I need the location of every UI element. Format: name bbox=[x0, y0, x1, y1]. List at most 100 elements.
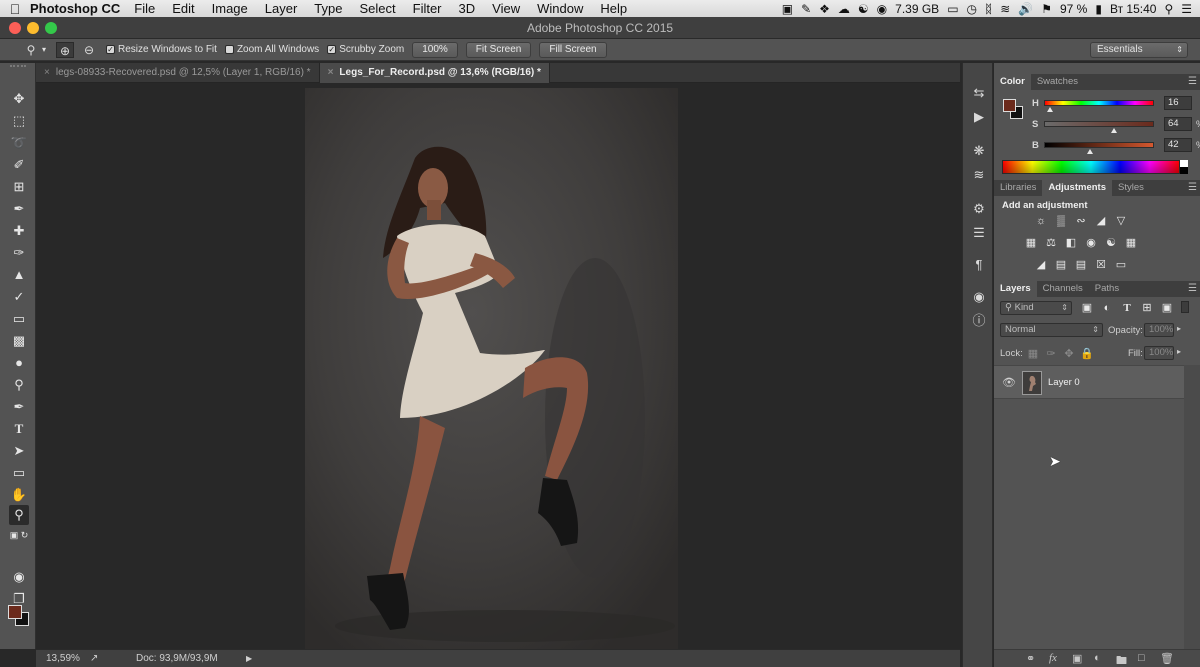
display-icon[interactable]: ▭ bbox=[947, 2, 958, 16]
saturation-slider-thumb[interactable] bbox=[1111, 128, 1117, 133]
menu-image[interactable]: Image bbox=[212, 1, 248, 16]
new-adjustment-layer-icon[interactable]: ◐ bbox=[1094, 652, 1101, 664]
brightness-slider[interactable] bbox=[1044, 142, 1154, 148]
lock-image-pixels-icon[interactable]: ✑ bbox=[1044, 348, 1058, 360]
filter-pixel-layers-icon[interactable]: ▣ bbox=[1080, 302, 1094, 314]
workspace-switcher[interactable]: Essentials ⇕ bbox=[1090, 42, 1188, 58]
brush-tool-icon[interactable]: ✑ bbox=[9, 243, 29, 263]
dodge-tool-icon[interactable]: ⚲ bbox=[9, 375, 29, 395]
menu-window[interactable]: Window bbox=[537, 1, 583, 16]
doc-tab-legs-recovered[interactable]: × legs-08933-Recovered.psd @ 12,5% (Layer… bbox=[36, 63, 320, 83]
exposure-icon[interactable]: ◢ bbox=[1094, 215, 1108, 227]
posterize-icon[interactable]: ▤ bbox=[1054, 259, 1068, 271]
invert-icon[interactable]: ◢ bbox=[1034, 259, 1048, 271]
disk-icon[interactable]: ◉ bbox=[877, 2, 887, 16]
menu-select[interactable]: Select bbox=[359, 1, 395, 16]
panel-menu-icon[interactable]: ☰ bbox=[1188, 281, 1197, 297]
new-layer-icon[interactable]: □ bbox=[1138, 652, 1145, 664]
resize-windows-checkbox[interactable]: ✓ Resize Windows to Fit bbox=[106, 44, 217, 55]
selective-color-icon[interactable]: ☒ bbox=[1094, 259, 1108, 271]
zoom-tool-icon[interactable]: ⚲ bbox=[9, 505, 29, 525]
color-fg-swatch[interactable] bbox=[1003, 99, 1016, 112]
filter-shape-layers-icon[interactable]: ⊞ bbox=[1140, 302, 1154, 314]
history-brush-tool-icon[interactable]: ✓ bbox=[9, 287, 29, 307]
layers-scrollbar[interactable] bbox=[1184, 365, 1200, 649]
scrubby-zoom-checkbox[interactable]: ✓ Scrubby Zoom bbox=[327, 44, 404, 55]
layer-row[interactable]: 👁 Layer 0 bbox=[994, 365, 1184, 399]
menu-file[interactable]: File bbox=[134, 1, 155, 16]
channel-mixer-icon[interactable]: ☯ bbox=[1104, 237, 1118, 249]
photo-filter-icon[interactable]: ◉ bbox=[1084, 237, 1098, 249]
clone-source-icon[interactable]: ≋ bbox=[969, 165, 989, 185]
gradient-map-icon[interactable]: ▭ bbox=[1114, 259, 1128, 271]
close-tab-icon[interactable]: × bbox=[328, 67, 334, 78]
zoom-out-icon[interactable]: ⊖ bbox=[80, 42, 98, 58]
add-layer-style-icon[interactable]: fx bbox=[1049, 652, 1057, 664]
color-balance-icon[interactable]: ⚖ bbox=[1044, 237, 1058, 249]
menu-help[interactable]: Help bbox=[600, 1, 627, 16]
filter-adjustment-layers-icon[interactable]: ◐ bbox=[1100, 302, 1114, 314]
paragraph-panel-icon[interactable]: ¶ bbox=[969, 255, 989, 275]
layer-filter-kind-select[interactable]: ⚲ Kind ⇕ bbox=[1000, 301, 1072, 315]
fill-screen-button[interactable]: Fill Screen bbox=[539, 41, 607, 58]
new-group-icon[interactable]: 🖿 bbox=[1116, 652, 1127, 667]
add-mask-icon[interactable]: ▣ bbox=[1072, 652, 1082, 665]
battery-icon[interactable]: ▮ bbox=[1095, 2, 1102, 16]
lock-transparent-pixels-icon[interactable]: ▦ bbox=[1026, 348, 1040, 360]
levels-icon[interactable]: ▒ bbox=[1054, 215, 1068, 227]
zoom-window-button[interactable] bbox=[45, 22, 57, 34]
pen-tool-icon[interactable]: ✒ bbox=[9, 397, 29, 417]
tab-color[interactable]: Color bbox=[994, 74, 1031, 90]
tab-swatches[interactable]: Swatches bbox=[1031, 74, 1084, 90]
hue-input[interactable]: 16 bbox=[1164, 96, 1192, 110]
opacity-dropdown-icon[interactable]: ▸ bbox=[1177, 324, 1181, 333]
menu-type[interactable]: Type bbox=[314, 1, 342, 16]
notification-center-icon[interactable]: ☰ bbox=[1181, 2, 1192, 16]
spotlight-search-icon[interactable]: ⚲ bbox=[1164, 2, 1173, 16]
hue-saturation-icon[interactable]: ▦ bbox=[1024, 237, 1038, 249]
hand-tool-icon[interactable]: ✋ bbox=[9, 485, 29, 505]
lock-position-icon[interactable]: ✥ bbox=[1062, 348, 1076, 360]
fill-input[interactable]: 100% bbox=[1144, 346, 1174, 360]
type-tool-icon[interactable]: T bbox=[9, 419, 29, 439]
bluetooth-icon[interactable]: ᛥ bbox=[985, 2, 992, 16]
filter-type-layers-icon[interactable]: T bbox=[1120, 302, 1134, 314]
tab-adjustments[interactable]: Adjustments bbox=[1042, 180, 1112, 196]
marquee-tool-icon[interactable]: ⬚ bbox=[9, 111, 29, 131]
menu-layer[interactable]: Layer bbox=[265, 1, 298, 16]
menu-view[interactable]: View bbox=[492, 1, 520, 16]
volume-icon[interactable]: 🔊 bbox=[1018, 2, 1033, 16]
actions-play-icon[interactable]: ▶ bbox=[969, 107, 989, 127]
threshold-icon[interactable]: ▤ bbox=[1074, 259, 1088, 271]
canvas-area[interactable] bbox=[36, 84, 960, 649]
brightness-contrast-icon[interactable]: ☼ bbox=[1034, 215, 1048, 227]
vibrance-icon[interactable]: ▽ bbox=[1114, 215, 1128, 227]
tab-channels[interactable]: Channels bbox=[1037, 281, 1089, 297]
apple-logo-icon[interactable]:  bbox=[0, 1, 30, 17]
brush-settings-icon[interactable]: ❋ bbox=[969, 141, 989, 161]
panel-grip[interactable] bbox=[10, 65, 26, 69]
hue-slider-thumb[interactable] bbox=[1047, 107, 1053, 112]
healing-brush-tool-icon[interactable]: ✚ bbox=[9, 221, 29, 241]
properties-panel-icon[interactable]: ☰ bbox=[969, 223, 989, 243]
rectangle-tool-icon[interactable]: ▭ bbox=[9, 463, 29, 483]
minimize-window-button[interactable] bbox=[27, 22, 39, 34]
blend-mode-select[interactable]: Normal ⇕ bbox=[1000, 323, 1103, 337]
move-tool-icon[interactable]: ✥ bbox=[9, 89, 29, 109]
delete-layer-icon[interactable]: 🗑 bbox=[1160, 652, 1174, 665]
quick-mask-icon[interactable]: ◉ bbox=[9, 567, 29, 587]
zoom-percentage[interactable]: 13,59% bbox=[46, 653, 80, 664]
eye-visibility-icon[interactable]: 👁 bbox=[1002, 376, 1016, 389]
cloud-icon[interactable]: ☁ bbox=[838, 2, 850, 16]
eraser-tool-icon[interactable]: ▭ bbox=[9, 309, 29, 329]
menu-3d[interactable]: 3D bbox=[459, 1, 476, 16]
close-tab-icon[interactable]: × bbox=[44, 67, 50, 78]
clone-stamp-tool-icon[interactable]: ▲ bbox=[9, 265, 29, 285]
gradient-tool-icon[interactable]: ▩ bbox=[9, 331, 29, 351]
panel-menu-icon[interactable]: ☰ bbox=[1188, 74, 1197, 90]
lock-all-icon[interactable]: 🔒 bbox=[1080, 348, 1094, 360]
menu-filter[interactable]: Filter bbox=[413, 1, 442, 16]
zoom-in-icon[interactable]: ⊕ bbox=[56, 41, 75, 58]
preset-dropdown-arrow-icon[interactable]: ▾ bbox=[42, 45, 46, 54]
opacity-input[interactable]: 100% bbox=[1144, 323, 1174, 337]
